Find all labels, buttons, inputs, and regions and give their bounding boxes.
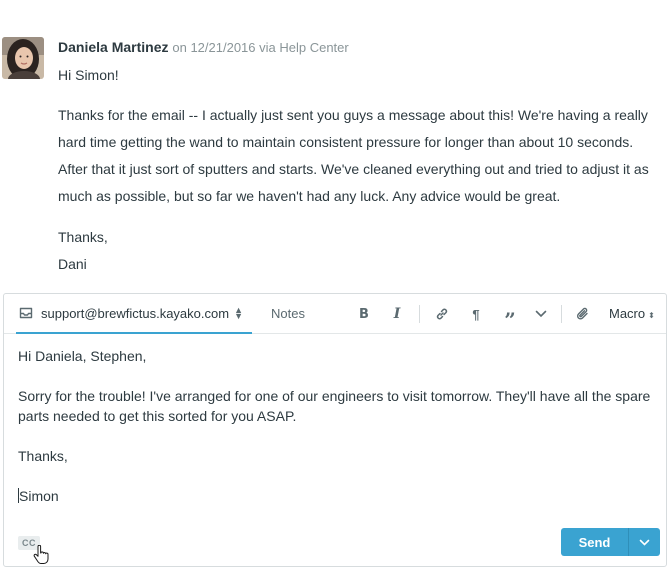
toolbar-divider <box>561 305 562 323</box>
editor-line: Simon <box>19 488 59 504</box>
message-signoff: Thanks, <box>58 229 108 245</box>
author-name[interactable]: Daniela Martinez <box>58 39 168 55</box>
reply-composer: support@brewfictus.kayako.com ▲ ▼ Notes B… <box>3 293 667 567</box>
message-meta: on 12/21/2016 via Help Center <box>172 40 349 55</box>
select-arrows-icon: ▲ ▼ <box>234 305 243 321</box>
paragraph-icon[interactable]: ¶ <box>467 305 485 323</box>
link-icon[interactable] <box>433 305 451 323</box>
reply-editor[interactable]: Hi Daniela, Stephen, Sorry for the troub… <box>18 346 654 506</box>
message-paragraph: Thanks for the email -- I actually just … <box>58 107 649 204</box>
macro-select[interactable]: Macro ⬍ <box>609 306 655 321</box>
editor-line: Thanks, <box>18 448 68 464</box>
chevron-down-icon[interactable] <box>532 305 550 323</box>
editor-line: Hi Daniela, Stephen, <box>18 348 147 364</box>
from-address: support@brewfictus.kayako.com <box>41 305 230 321</box>
chevron-down-icon <box>639 539 650 546</box>
editor-line: Sorry for the trouble! I've arranged for… <box>18 388 651 424</box>
message-header: Daniela Martinez on 12/21/2016 via Help … <box>58 39 349 55</box>
toolbar-divider <box>419 305 420 323</box>
tab-reply-from[interactable]: support@brewfictus.kayako.com ▲ ▼ <box>16 294 252 334</box>
macro-label: Macro <box>609 306 646 321</box>
message-body: Hi Simon! Thanks for the email -- I actu… <box>58 62 658 278</box>
send-button-group: Send <box>561 528 660 556</box>
avatar <box>2 37 44 79</box>
inbox-icon <box>19 306 33 320</box>
bold-icon[interactable]: B <box>355 305 373 323</box>
select-arrows-icon: ⬍ <box>648 311 655 320</box>
send-button[interactable]: Send <box>561 528 629 556</box>
send-options-button[interactable] <box>629 528 660 556</box>
quote-icon[interactable]: ” <box>501 305 519 330</box>
pointer-hand-icon <box>33 544 49 570</box>
composer-toolbar: support@brewfictus.kayako.com ▲ ▼ Notes B… <box>4 294 666 334</box>
message-greeting: Hi Simon! <box>58 67 119 83</box>
message-signature: Dani <box>58 256 87 272</box>
italic-icon[interactable]: I <box>388 305 406 323</box>
tab-notes[interactable]: Notes <box>271 306 305 321</box>
attachment-icon[interactable] <box>574 305 592 323</box>
